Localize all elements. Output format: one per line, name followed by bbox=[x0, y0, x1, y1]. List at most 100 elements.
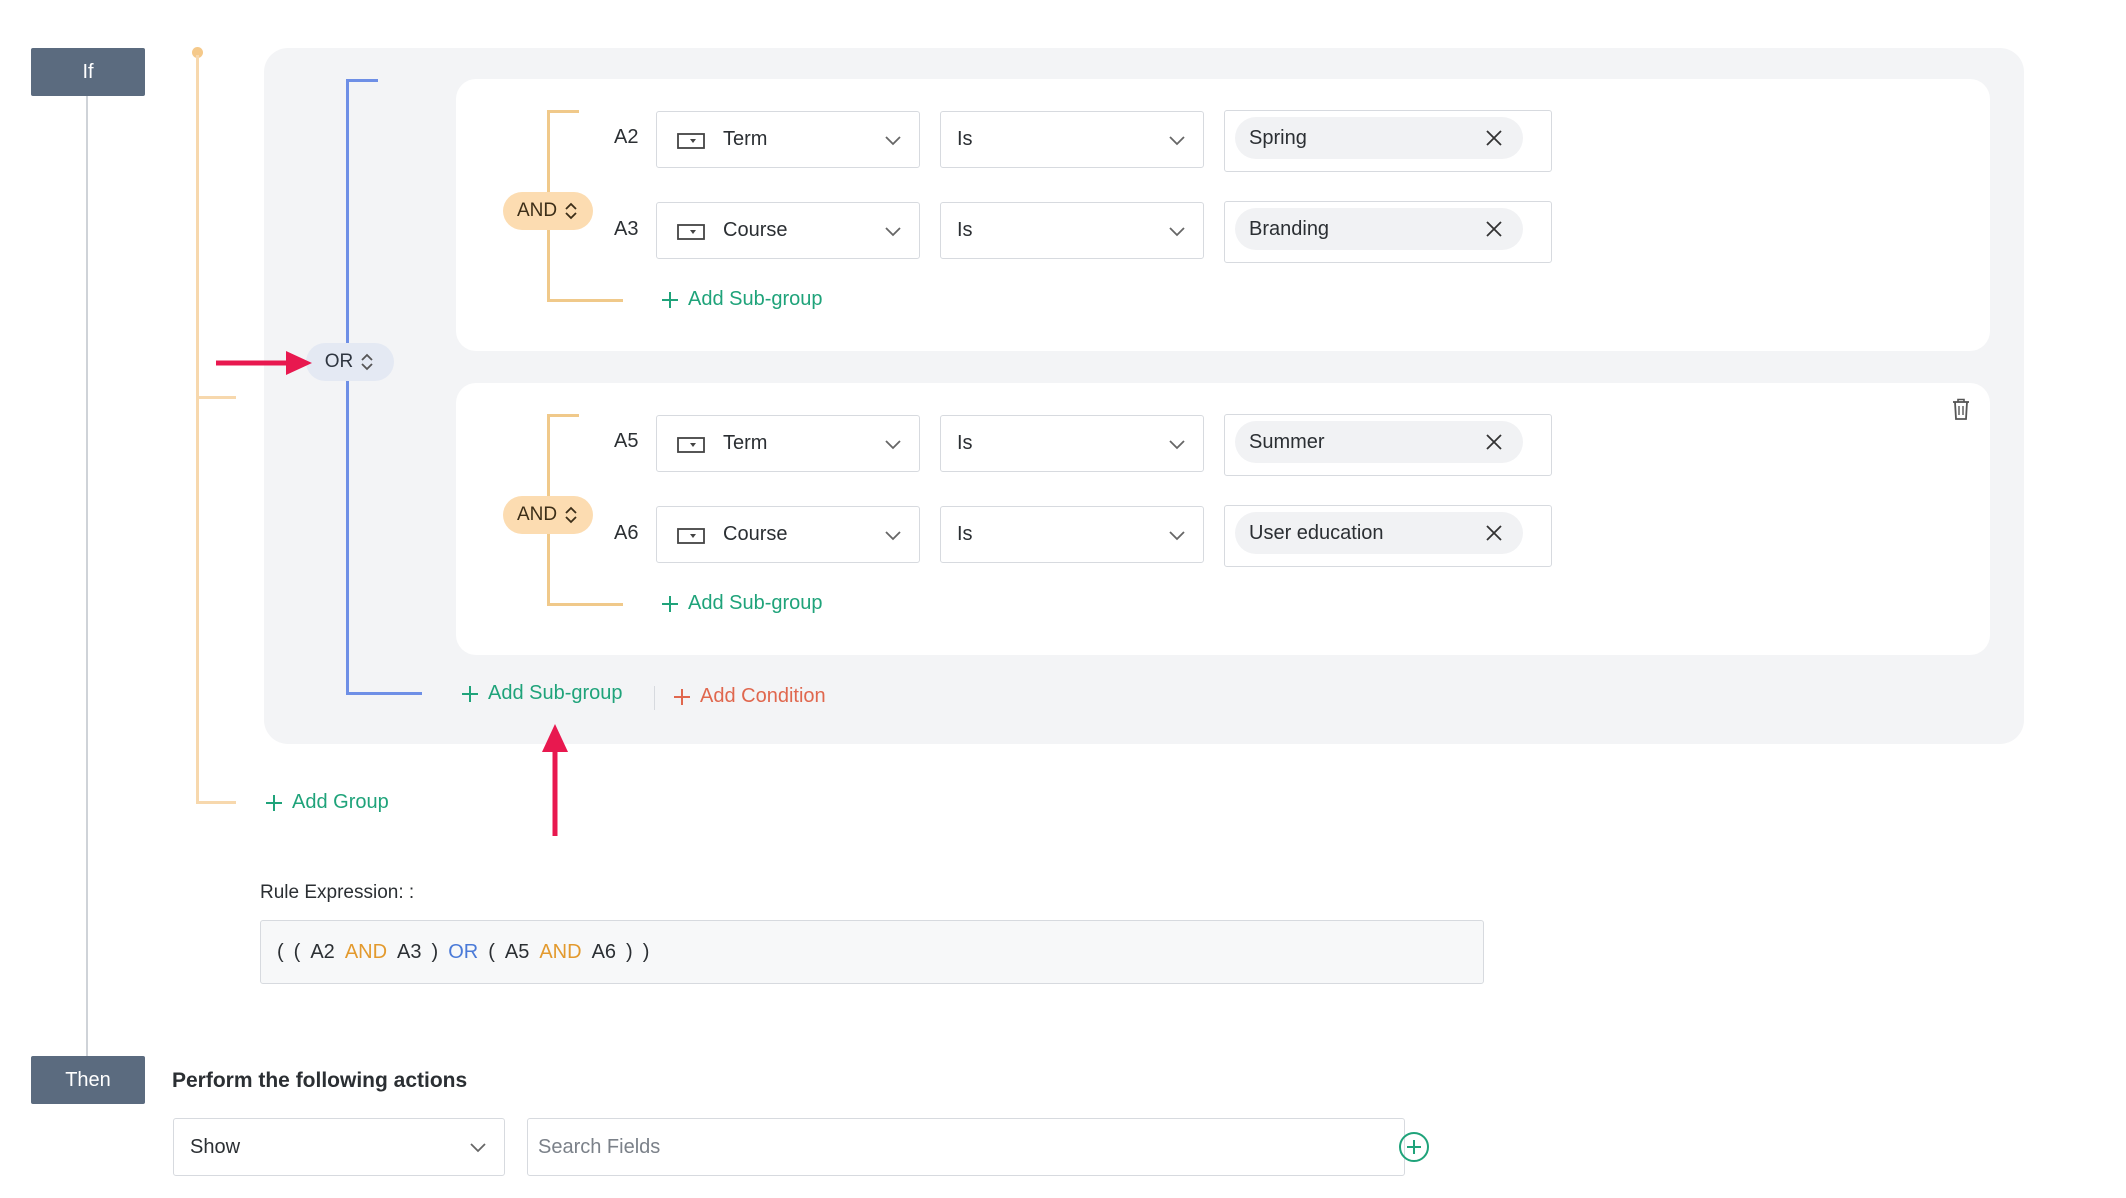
search-fields-input[interactable] bbox=[527, 1118, 1405, 1176]
comparator-select-value: Is bbox=[957, 219, 973, 241]
expr-token: ( bbox=[277, 940, 284, 963]
chevron-down-icon bbox=[885, 226, 901, 236]
and-tree-bottom-1 bbox=[547, 299, 623, 302]
add-sub-group-label: Add Sub-group bbox=[488, 682, 623, 704]
value-chip-label: Summer bbox=[1249, 430, 1325, 453]
value-chip-label: User education bbox=[1249, 521, 1384, 544]
comparator-select[interactable]: Is bbox=[940, 202, 1204, 259]
field-select-value: Term bbox=[723, 432, 768, 454]
rule-expression-box: ( ( A2 AND A3 ) OR ( A5 AND A6 ) ) bbox=[260, 920, 1484, 984]
up-down-chevron-icon bbox=[565, 202, 577, 220]
value-chip: Summer bbox=[1235, 421, 1523, 463]
or-tree-bottom bbox=[346, 692, 422, 695]
chevron-down-icon bbox=[470, 1143, 486, 1153]
action-select-value: Show bbox=[190, 1135, 241, 1158]
expr-token: ) bbox=[642, 940, 650, 963]
value-input[interactable]: Spring bbox=[1224, 110, 1552, 172]
and-tree-top-1 bbox=[547, 110, 579, 113]
comparator-select-value: Is bbox=[957, 432, 973, 454]
then-badge: Then bbox=[31, 1056, 145, 1104]
field-select[interactable]: Course bbox=[656, 506, 920, 563]
close-icon[interactable] bbox=[1483, 218, 1505, 240]
text-field-icon bbox=[677, 436, 705, 453]
value-chip: Spring bbox=[1235, 117, 1523, 159]
field-select[interactable]: Course bbox=[656, 202, 920, 259]
action-divider bbox=[654, 686, 655, 710]
expr-token-and: AND bbox=[344, 940, 388, 963]
or-operator-label: OR bbox=[324, 351, 354, 372]
close-icon[interactable] bbox=[1483, 522, 1505, 544]
value-input[interactable]: Summer bbox=[1224, 414, 1552, 476]
condition-id: A3 bbox=[614, 218, 639, 240]
trash-icon[interactable] bbox=[1950, 397, 1972, 421]
comparator-select-value: Is bbox=[957, 523, 973, 545]
value-chip: Branding bbox=[1235, 208, 1523, 250]
group-tree-branch bbox=[196, 396, 236, 399]
field-select-value: Term bbox=[723, 128, 768, 150]
or-tree-top bbox=[346, 79, 378, 82]
if-badge: If bbox=[31, 48, 145, 96]
expr-token: ( bbox=[293, 940, 301, 963]
field-select-value: Course bbox=[723, 523, 788, 545]
close-icon[interactable] bbox=[1483, 127, 1505, 149]
add-sub-group-label: Add Sub-group bbox=[688, 288, 823, 310]
chevron-down-icon bbox=[1169, 226, 1185, 236]
value-input[interactable]: Branding bbox=[1224, 201, 1552, 263]
add-condition-button[interactable]: Add Condition bbox=[672, 685, 826, 708]
text-field-icon bbox=[677, 132, 705, 149]
rule-expression-label: Rule Expression: : bbox=[260, 882, 415, 903]
expr-token: A5 bbox=[504, 940, 530, 963]
and-operator-toggle[interactable]: AND bbox=[503, 192, 593, 230]
expr-token: A3 bbox=[397, 940, 422, 963]
field-select[interactable]: Term bbox=[656, 415, 920, 472]
group-tree-branch-bottom bbox=[196, 801, 236, 804]
group-tree-line bbox=[196, 55, 199, 804]
add-condition-label: Add Condition bbox=[700, 685, 826, 707]
and-operator-label: AND bbox=[516, 504, 558, 525]
chevron-down-icon bbox=[885, 439, 901, 449]
annotation-arrow-right-icon bbox=[216, 351, 312, 375]
or-operator-toggle[interactable]: OR bbox=[306, 343, 394, 381]
value-chip-label: Branding bbox=[1249, 217, 1330, 240]
chevron-down-icon bbox=[885, 530, 901, 540]
condition-id: A2 bbox=[614, 126, 639, 148]
add-sub-group-label: Add Sub-group bbox=[688, 592, 823, 614]
field-select-value: Course bbox=[723, 219, 788, 241]
expr-token-or: OR bbox=[448, 940, 479, 963]
close-icon[interactable] bbox=[1483, 431, 1505, 453]
and-tree-bottom-2 bbox=[547, 603, 623, 606]
expr-token: A6 bbox=[591, 940, 617, 963]
add-sub-group-button[interactable]: Add Sub-group bbox=[660, 592, 823, 615]
actions-title: Perform the following actions bbox=[172, 1069, 468, 1092]
expr-token: ( bbox=[488, 940, 495, 963]
action-select[interactable]: Show bbox=[173, 1118, 505, 1176]
add-sub-group-button[interactable]: Add Sub-group bbox=[660, 288, 823, 311]
chevron-down-icon bbox=[1169, 439, 1185, 449]
expr-token: ) bbox=[431, 940, 439, 963]
value-chip-label: Spring bbox=[1249, 126, 1307, 149]
add-group-label: Add Group bbox=[292, 791, 389, 813]
up-down-chevron-icon bbox=[565, 506, 577, 524]
add-circle-icon[interactable] bbox=[1398, 1131, 1430, 1163]
field-select[interactable]: Term bbox=[656, 111, 920, 168]
expr-token-and: AND bbox=[539, 940, 582, 963]
value-chip: User education bbox=[1235, 512, 1523, 554]
plus-icon bbox=[662, 291, 678, 308]
text-field-icon bbox=[677, 223, 705, 240]
if-then-connector bbox=[86, 96, 88, 1056]
annotation-arrow-up-icon bbox=[542, 724, 568, 836]
add-group-button[interactable]: Add Group bbox=[264, 791, 389, 814]
plus-icon bbox=[662, 595, 678, 612]
chevron-down-icon bbox=[1169, 530, 1185, 540]
expr-token: A2 bbox=[310, 940, 335, 963]
comparator-select[interactable]: Is bbox=[940, 415, 1204, 472]
chevron-down-icon bbox=[1169, 135, 1185, 145]
and-operator-toggle[interactable]: AND bbox=[503, 496, 593, 534]
comparator-select[interactable]: Is bbox=[940, 506, 1204, 563]
and-tree-top-2 bbox=[547, 414, 579, 417]
value-input[interactable]: User education bbox=[1224, 505, 1552, 567]
outer-add-sub-group-button[interactable]: Add Sub-group bbox=[460, 682, 623, 705]
text-field-icon bbox=[677, 527, 705, 544]
comparator-select[interactable]: Is bbox=[940, 111, 1204, 168]
chevron-down-icon bbox=[885, 135, 901, 145]
